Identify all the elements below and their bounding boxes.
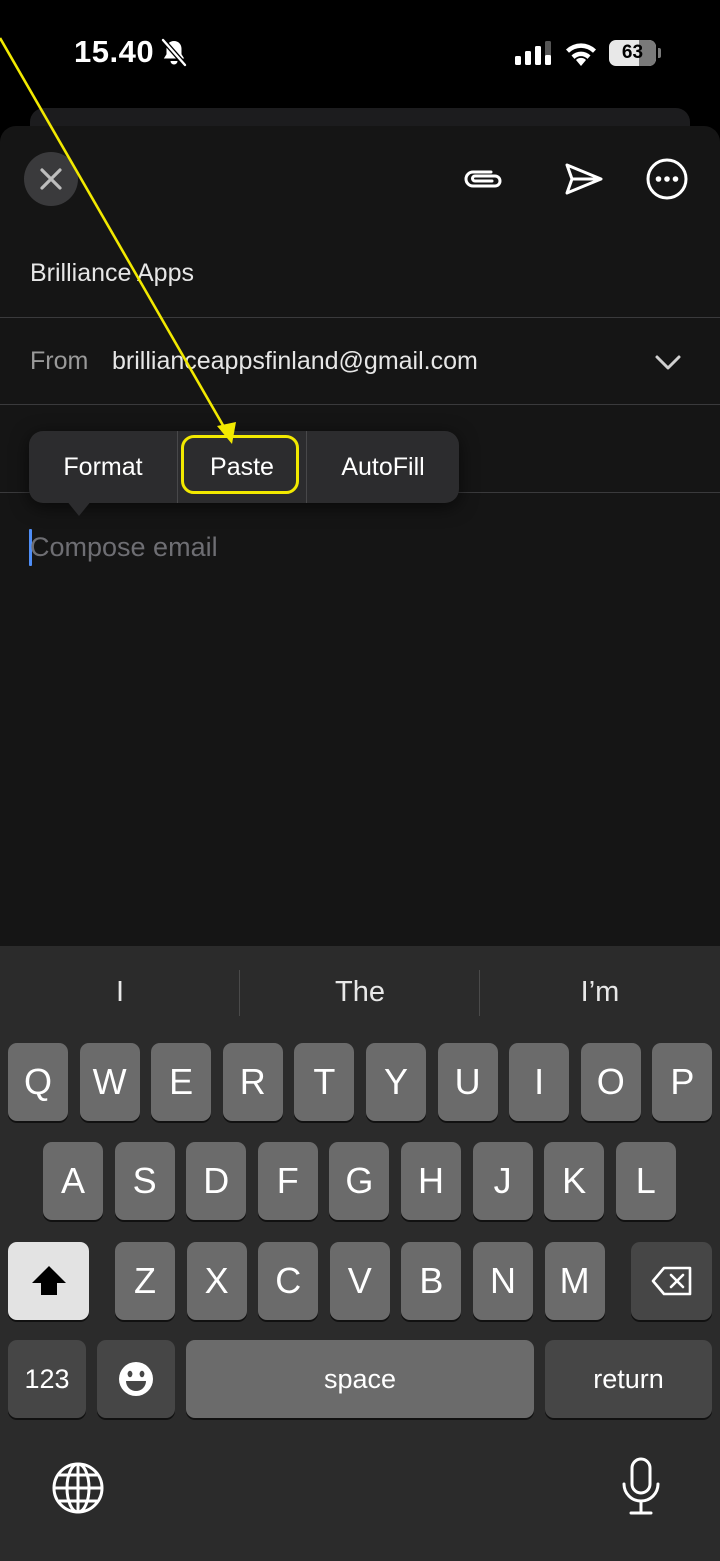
key-c[interactable]: C — [258, 1242, 319, 1320]
backspace-icon — [651, 1266, 691, 1296]
delete-key[interactable] — [631, 1242, 712, 1320]
key-o[interactable]: O — [580, 1043, 641, 1121]
prediction-3[interactable]: I’m — [480, 946, 720, 1038]
key-q[interactable]: Q — [8, 1043, 68, 1121]
key-h[interactable]: H — [401, 1142, 461, 1220]
menu-item-autofill[interactable]: AutoFill — [307, 431, 459, 503]
key-n[interactable]: N — [473, 1242, 533, 1320]
from-field[interactable]: From brillianceappsfinland@gmail.com — [0, 318, 720, 405]
shift-icon — [31, 1266, 66, 1295]
chevron-down-icon[interactable] — [654, 348, 682, 376]
key-t[interactable]: T — [294, 1043, 355, 1121]
key-v[interactable]: V — [329, 1242, 390, 1320]
send-icon — [565, 163, 603, 195]
bell-slash-icon — [161, 38, 187, 67]
key-u[interactable]: U — [437, 1043, 498, 1121]
annotation-highlight — [181, 435, 299, 494]
menu-pointer — [66, 500, 92, 516]
key-f[interactable]: F — [257, 1142, 318, 1220]
space-key[interactable]: space — [186, 1340, 534, 1418]
predictive-bar: I The I’m — [0, 946, 720, 1038]
key-m[interactable]: M — [544, 1242, 605, 1320]
key-b[interactable]: B — [401, 1242, 462, 1320]
ellipsis-circle-icon — [646, 158, 688, 200]
battery-percent: 63 — [621, 42, 644, 63]
key-i[interactable]: I — [509, 1043, 570, 1121]
prediction-2[interactable]: The — [240, 946, 480, 1038]
battery-icon: 63 — [609, 40, 661, 66]
prediction-1[interactable]: I — [0, 946, 240, 1038]
key-e[interactable]: E — [151, 1043, 212, 1121]
key-a[interactable]: A — [43, 1142, 103, 1220]
to-field[interactable]: Brilliance Apps — [0, 230, 720, 318]
key-k[interactable]: K — [544, 1142, 605, 1220]
key-d[interactable]: D — [186, 1142, 247, 1220]
from-address: brillianceappsfinland@gmail.com — [112, 347, 478, 375]
key-y[interactable]: Y — [366, 1043, 426, 1121]
numbers-key[interactable]: 123 — [8, 1340, 86, 1418]
key-l[interactable]: L — [615, 1142, 676, 1220]
menu-item-format[interactable]: Format — [29, 431, 177, 503]
cellular-signal-icon — [515, 41, 551, 65]
key-s[interactable]: S — [114, 1142, 175, 1220]
to-recipient: Brilliance Apps — [30, 259, 194, 287]
key-p[interactable]: P — [652, 1043, 713, 1121]
emoji-key[interactable] — [97, 1340, 175, 1418]
key-r[interactable]: R — [222, 1043, 283, 1121]
key-z[interactable]: Z — [115, 1242, 175, 1320]
key-g[interactable]: G — [329, 1142, 390, 1220]
compose-placeholder: Compose email — [30, 532, 218, 562]
key-j[interactable]: J — [472, 1142, 533, 1220]
status-time: 15.40 — [74, 34, 155, 69]
attach-button[interactable] — [459, 154, 509, 204]
close-button[interactable] — [24, 152, 78, 206]
emoji-icon — [119, 1362, 153, 1396]
more-button[interactable] — [642, 154, 692, 204]
send-button[interactable] — [559, 154, 609, 204]
shift-key[interactable] — [8, 1242, 89, 1320]
globe-icon[interactable] — [50, 1460, 106, 1516]
key-w[interactable]: W — [79, 1043, 140, 1121]
paperclip-icon — [464, 170, 502, 188]
microphone-icon[interactable] — [618, 1456, 664, 1518]
wifi-icon — [566, 43, 596, 66]
close-icon — [40, 168, 62, 190]
from-label: From — [30, 347, 89, 375]
status-bar: 15.40 63 — [0, 0, 720, 108]
key-x[interactable]: X — [186, 1242, 247, 1320]
return-key[interactable]: return — [545, 1340, 712, 1418]
